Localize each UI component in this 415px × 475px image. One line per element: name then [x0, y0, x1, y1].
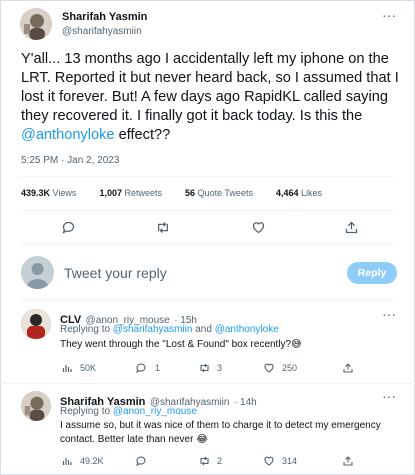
- reply1-share-icon[interactable]: [342, 362, 354, 374]
- divider-4: [21, 300, 394, 301]
- reply2-like-icon[interactable]: [263, 455, 275, 467]
- divider-3: [21, 244, 394, 245]
- reply1-like-icon[interactable]: [263, 362, 275, 374]
- reply1-views-icon[interactable]: [61, 362, 73, 374]
- share-icon[interactable]: [344, 220, 359, 235]
- likes-stat[interactable]: 4,464 Likes: [276, 188, 322, 198]
- views-label: Views: [52, 188, 77, 198]
- reply2-like-count: 314: [282, 456, 298, 466]
- reply2-retweet-count: 2: [217, 456, 223, 466]
- reply1-replying-mention-1[interactable]: @sharifahyasmiin: [113, 324, 193, 335]
- reply1-like-count: 250: [282, 363, 298, 373]
- reply1-retweet-count: 3: [217, 363, 223, 373]
- main-avatar[interactable]: [20, 8, 52, 40]
- reply1-text: They went through the "Lost & Found" box…: [60, 339, 302, 350]
- reply2-share-icon[interactable]: [342, 455, 354, 467]
- retweets-label: Retweets: [124, 188, 163, 198]
- like-icon[interactable]: [251, 220, 266, 235]
- main-tweet-text-part1: Y'all... 13 months ago I accidentally le…: [21, 51, 399, 124]
- reply1-avatar[interactable]: [21, 309, 51, 339]
- reply1-views-count: 50K: [80, 363, 97, 373]
- reply1-replying-mention-2[interactable]: @anthonyloke: [215, 324, 279, 335]
- reply2-retweet-icon[interactable]: [198, 455, 211, 467]
- main-author-name[interactable]: Sharifah Yasmin: [62, 11, 147, 23]
- reply1-replying-and: and: [195, 324, 212, 335]
- quotes-stat[interactable]: 56 Quote Tweets: [185, 188, 253, 198]
- views-count: 439.3K: [21, 188, 51, 198]
- reply2-replying-mention-1[interactable]: @anon_riy_mouse: [113, 406, 197, 417]
- reply1-retweet-icon[interactable]: [198, 362, 211, 374]
- retweets-count: 1,007: [99, 188, 122, 198]
- divider-5: [0, 383, 415, 384]
- likes-label: Likes: [301, 188, 323, 198]
- reply-button[interactable]: Reply: [347, 262, 397, 284]
- main-tweet-mention[interactable]: @anthonyloke: [21, 127, 115, 143]
- reply-input[interactable]: Tweet your reply: [64, 265, 334, 281]
- reply2-views-icon[interactable]: [61, 455, 73, 467]
- reply-icon[interactable]: [61, 220, 76, 235]
- reply1-reply-icon[interactable]: [135, 362, 147, 374]
- reply2-replying-to: Replying to @anon_riy_mouse: [60, 406, 197, 417]
- views-stat[interactable]: 439.3K Views: [21, 188, 76, 198]
- reply1-more-icon[interactable]: ···: [382, 306, 396, 322]
- reply2-time[interactable]: · 14h: [234, 397, 257, 408]
- reply1-replying-label: Replying to: [60, 324, 111, 335]
- main-tweet-text: Y'all... 13 months ago I accidentally le…: [21, 50, 406, 145]
- main-tweet-timestamp[interactable]: 5:25 PM · Jan 2, 2023: [21, 155, 119, 166]
- reply2-reply-icon[interactable]: [135, 455, 147, 467]
- retweet-icon[interactable]: [155, 220, 171, 235]
- reply1-reply-count: 1: [155, 363, 161, 373]
- divider-2: [21, 210, 394, 211]
- retweets-stat[interactable]: 1,007 Retweets: [99, 188, 162, 198]
- reply2-replying-label: Replying to: [60, 406, 111, 417]
- reply1-replying-to: Replying to @sharifahyasmiin and @anthon…: [60, 324, 279, 335]
- reply2-avatar[interactable]: [21, 391, 51, 421]
- quotes-label: Quote Tweets: [197, 188, 253, 198]
- reply2-more-icon[interactable]: ···: [382, 388, 396, 404]
- stats-row: 439.3K Views 1,007 Retweets 56 Quote Twe…: [21, 188, 322, 198]
- likes-count: 4,464: [275, 188, 299, 198]
- composer-avatar[interactable]: [21, 256, 54, 289]
- reply2-text: I assume so, but it was nice of them to …: [60, 420, 381, 445]
- quotes-count: 56: [185, 188, 196, 198]
- main-author-handle[interactable]: @sharifahyasmiin: [62, 26, 142, 37]
- main-tweet-text-part2: effect??: [114, 127, 171, 143]
- main-more-icon[interactable]: ···: [382, 7, 396, 23]
- divider-1: [21, 176, 394, 177]
- reply2-views-count: 49.2K: [80, 456, 104, 466]
